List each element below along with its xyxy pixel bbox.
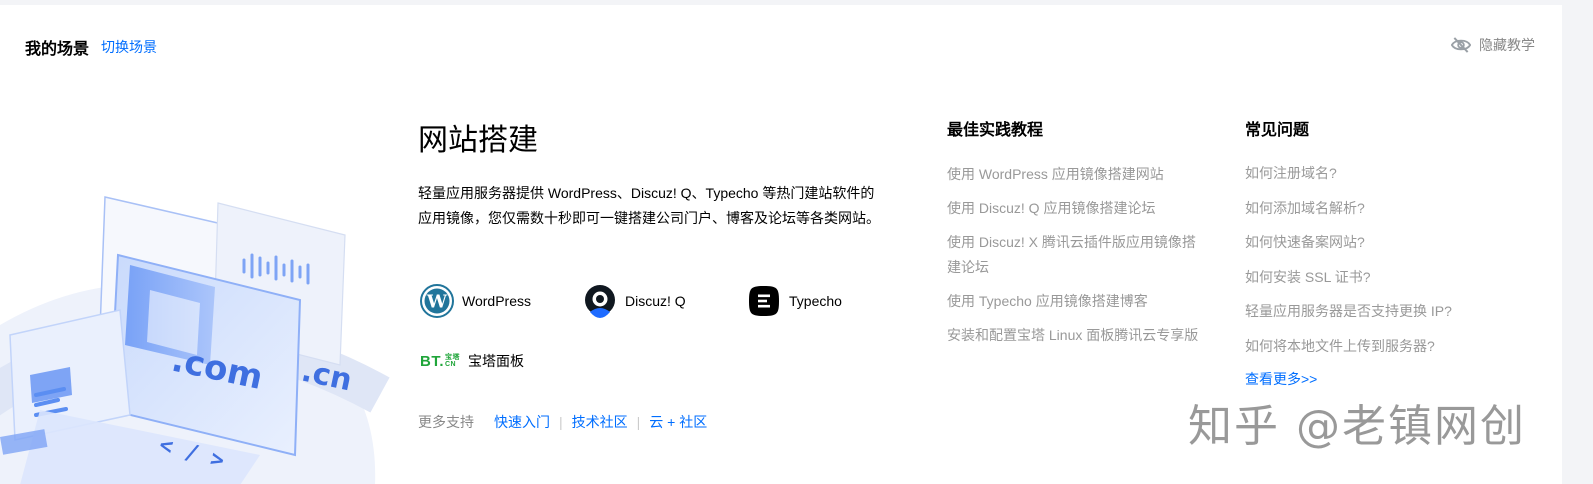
bt-logo-small-bottom: CN (445, 361, 457, 368)
app-label: Discuz! Q (625, 293, 686, 309)
app-wordpress[interactable]: W WordPress (420, 284, 531, 318)
app-label: 宝塔面板 (468, 353, 524, 369)
hide-guide-label: 隐藏教学 (1479, 37, 1535, 53)
eye-off-icon (1451, 37, 1471, 53)
page-title: 我的场景 (25, 41, 90, 58)
section-description: 轻量应用服务器提供 WordPress、Discuz! Q、Typecho 等热… (418, 185, 880, 226)
faq-link[interactable]: 如何添加域名解析? (1245, 198, 1485, 218)
wordpress-logo-icon: W (420, 284, 454, 318)
app-label: WordPress (462, 293, 531, 309)
quick-start-link[interactable]: 快速入门 (494, 412, 550, 432)
bt-logo-small-top: 宝塔 (445, 354, 460, 361)
faq-link[interactable]: 轻量应用服务器是否支持更换 IP? (1245, 301, 1485, 321)
faq-link[interactable]: 如何安装 SSL 证书? (1245, 267, 1485, 287)
faq-link[interactable]: 如何快速备案网站? (1245, 232, 1485, 252)
faq-link[interactable]: 如何将本地文件上传到服务器? (1245, 336, 1485, 356)
website-illustration: .com .cn < / > (0, 196, 390, 484)
divider: | (636, 414, 641, 430)
watermark: 知乎 @老镇网创 (1188, 401, 1526, 452)
faq-link[interactable]: 如何注册域名? (1245, 163, 1485, 183)
divider: | (559, 414, 563, 430)
tutorial-link[interactable]: 使用 WordPress 应用镜像搭建网站 (947, 162, 1207, 187)
hide-guide-button[interactable]: 隐藏教学 (1451, 35, 1535, 55)
cloud-community-link[interactable]: 云 + 社区 (649, 412, 707, 432)
switch-scene-link[interactable]: 切换场景 (101, 37, 157, 57)
tutorial-link[interactable]: 使用 Discuz! Q 应用镜像搭建论坛 (947, 196, 1207, 221)
tutorial-link[interactable]: 使用 Typecho 应用镜像搭建博客 (947, 289, 1207, 314)
tutorial-link[interactable]: 使用 Discuz! X 腾讯云插件版应用镜像搭建论坛 (947, 230, 1207, 280)
more-support: 更多支持 快速入门 | 技术社区 | 云 + 社区 (418, 412, 707, 432)
tech-community-link[interactable]: 技术社区 (572, 412, 628, 432)
app-discuz[interactable]: Discuz! Q (583, 284, 686, 318)
bt-logo-icon: BT. 宝塔 CN (420, 353, 460, 370)
scene-card: 我的场景 切换场景 隐藏教学 .com .cn < / > 网站搭建 轻量应用服… (0, 5, 1562, 484)
app-typecho[interactable]: Typecho (747, 284, 842, 318)
faq-title: 常见问题 (1245, 122, 1310, 139)
discuz-logo-icon (583, 284, 617, 318)
typecho-logo-icon (747, 284, 781, 318)
section-title: 网站搭建 (418, 124, 538, 157)
app-baota[interactable]: BT. 宝塔 CN 宝塔面板 (420, 351, 524, 371)
scrollbar-track[interactable] (1562, 0, 1593, 484)
tutorials-list: 使用 WordPress 应用镜像搭建网站 使用 Discuz! Q 应用镜像搭… (947, 162, 1207, 357)
tutorials-title: 最佳实践教程 (947, 122, 1044, 139)
tutorial-link[interactable]: 安装和配置宝塔 Linux 面板腾讯云专享版 (947, 323, 1207, 348)
faq-list: 如何注册域名? 如何添加域名解析? 如何快速备案网站? 如何安装 SSL 证书?… (1245, 163, 1485, 370)
app-label: Typecho (789, 293, 842, 309)
faq-more-link[interactable]: 查看更多>> (1245, 369, 1317, 389)
more-support-label: 更多支持 (418, 414, 474, 430)
svg-text:W: W (426, 292, 448, 313)
bt-logo-text: BT. (420, 352, 444, 370)
